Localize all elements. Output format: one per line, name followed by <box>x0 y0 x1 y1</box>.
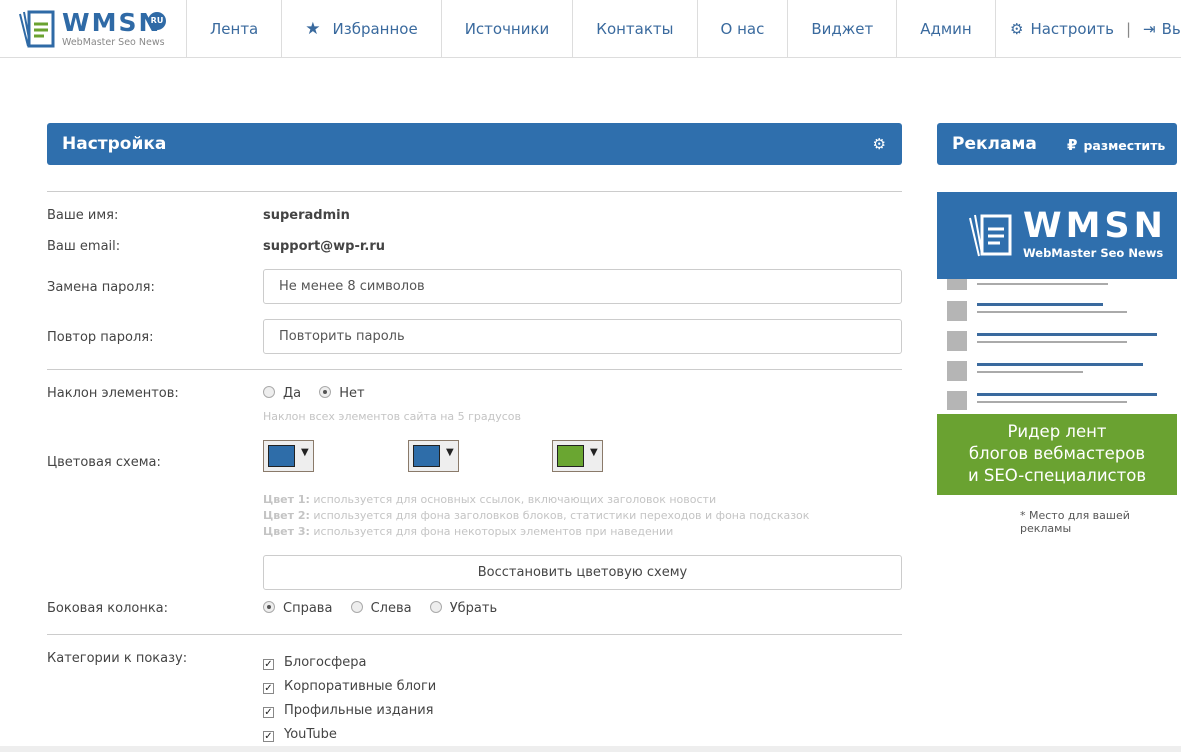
name-value: superadmin <box>263 208 350 223</box>
nav-label: Избранное <box>332 19 418 38</box>
tilt-hint: Наклон всех элементов сайта на 5 градусо… <box>263 410 522 423</box>
color-scheme-label: Цветовая схема: <box>47 455 161 470</box>
sidebar-left-radio[interactable] <box>350 601 363 613</box>
nav-label: Админ <box>920 19 972 38</box>
nav-label: Виджет <box>811 19 874 38</box>
banner-logo: WMSN WebMaster Seo News <box>937 192 1177 279</box>
color-picker-1[interactable]: ▼ <box>263 440 314 472</box>
nav-label: Контакты <box>596 19 674 38</box>
password-input[interactable] <box>263 269 902 304</box>
name-label: Ваше имя: <box>47 208 119 223</box>
ad-banner[interactable]: WMSN WebMaster Seo News Ридер лент блого… <box>937 192 1177 495</box>
category-checkbox[interactable]: ✓ <box>263 683 274 694</box>
ads-title: Реклама <box>952 134 1037 154</box>
email-label: Ваш email: <box>47 239 121 254</box>
nav-sources[interactable]: Источники <box>440 0 573 57</box>
sidebar-label: Боковая колонка: <box>47 601 169 616</box>
sidebar-options: Справа Слева Убрать <box>263 601 511 616</box>
nav-contacts[interactable]: Контакты <box>572 0 696 57</box>
category-checkbox[interactable]: ✓ <box>263 659 274 670</box>
sidebar-right-radio[interactable] <box>263 601 275 613</box>
email-value: support@wp-r.ru <box>263 239 386 254</box>
radio-label: Нет <box>339 386 365 401</box>
category-item: ✓ Профильные издания <box>263 703 434 718</box>
settings-header: Настройка ⚙ <box>47 123 902 165</box>
category-item: ✓ Корпоративные блоги <box>263 679 437 694</box>
color-hint: Цвет 3: используется для фона некоторых … <box>263 525 674 538</box>
nav-about[interactable]: О нас <box>696 0 788 57</box>
tilt-options: Да Нет <box>263 386 379 401</box>
restore-colors-button[interactable]: Восстановить цветовую схему <box>263 555 902 590</box>
document-logo-icon <box>19 10 55 48</box>
divider <box>47 191 902 192</box>
gear-icon[interactable]: ⚙ <box>873 135 886 153</box>
logo-badge: RU <box>148 12 166 30</box>
logo-text: WMSN <box>62 8 162 37</box>
star-icon: ★ <box>305 18 321 39</box>
dropdown-arrow-icon: ▼ <box>446 447 454 458</box>
logout-icon[interactable]: ⇥ <box>1143 20 1156 38</box>
gear-icon[interactable]: ⚙ <box>1010 20 1023 38</box>
color-picker-2[interactable]: ▼ <box>408 440 459 472</box>
category-checkbox[interactable]: ✓ <box>263 731 274 742</box>
settings-title: Настройка <box>62 134 167 154</box>
color-hint: Цвет 2: используется для фона заголовков… <box>263 509 810 522</box>
tilt-label: Наклон элементов: <box>47 386 179 401</box>
feed-preview-graphic <box>947 279 1157 410</box>
top-navbar: WMSN RU WebMaster Seo News Лента ★ Избран… <box>0 0 1181 58</box>
password-label: Замена пароля: <box>47 280 155 295</box>
nav-widget[interactable]: Виджет <box>787 0 896 57</box>
repeat-password-label: Повтор пароля: <box>47 330 154 345</box>
color-hints: Цвет 1: используется для основных ссылок… <box>263 492 809 540</box>
nav-admin[interactable]: Админ <box>896 0 996 57</box>
radio-label: Да <box>283 386 302 401</box>
category-checkbox[interactable]: ✓ <box>263 707 274 718</box>
ads-header: Реклама ₽ разместить <box>937 123 1177 165</box>
categories-list: ✓ Блогосфера ✓ Корпоративные блоги ✓ Профил… <box>263 651 436 747</box>
divider <box>47 634 902 635</box>
sidebar-hide-radio[interactable] <box>429 601 442 613</box>
dropdown-arrow-icon: ▼ <box>301 447 309 458</box>
color-hint: Цвет 1: используется для основных ссылок… <box>263 493 717 506</box>
nav-label: Источники <box>464 19 550 38</box>
color-swatch <box>268 445 295 467</box>
category-item: ✓ Блогосфера <box>263 655 367 670</box>
tilt-no-radio[interactable] <box>319 386 332 398</box>
logout-link[interactable]: Вы <box>1162 20 1181 38</box>
nav-feed[interactable]: Лента <box>186 0 281 57</box>
logo-subtitle: WebMaster Seo News <box>62 37 165 48</box>
color-picker-3[interactable]: ▼ <box>552 440 603 472</box>
ruble-icon: ₽ <box>1067 136 1078 154</box>
place-ad-button[interactable]: ₽ разместить <box>1067 136 1165 154</box>
color-swatch <box>557 445 584 467</box>
nav-label: Лента <box>210 19 259 38</box>
dropdown-arrow-icon: ▼ <box>590 447 598 458</box>
main-nav: Лента ★ Избранное Источники Контакты О на… <box>186 0 996 57</box>
banner-slogan: Ридер лент блогов вебмастеров и SEO-спец… <box>937 414 1177 495</box>
divider <box>47 369 902 370</box>
footer-strip <box>0 746 1181 752</box>
settings-link[interactable]: Настроить <box>1030 20 1113 38</box>
user-menu: ⚙ Настроить | ⇥ Вы <box>1010 20 1181 38</box>
categories-label: Категории к показу: <box>47 651 188 666</box>
color-swatch <box>413 445 440 467</box>
separator: | <box>1125 20 1131 38</box>
tilt-yes-radio[interactable] <box>263 386 275 398</box>
nav-favorites[interactable]: ★ Избранное <box>281 0 440 57</box>
category-item: ✓ YouTube <box>263 727 337 742</box>
ad-note: * Место для вашей рекламы <box>1020 509 1130 535</box>
repeat-password-input[interactable] <box>263 319 902 354</box>
nav-label: О нас <box>720 19 765 38</box>
document-logo-icon <box>969 214 1012 257</box>
site-logo[interactable]: WMSN RU WebMaster Seo News <box>12 6 187 52</box>
